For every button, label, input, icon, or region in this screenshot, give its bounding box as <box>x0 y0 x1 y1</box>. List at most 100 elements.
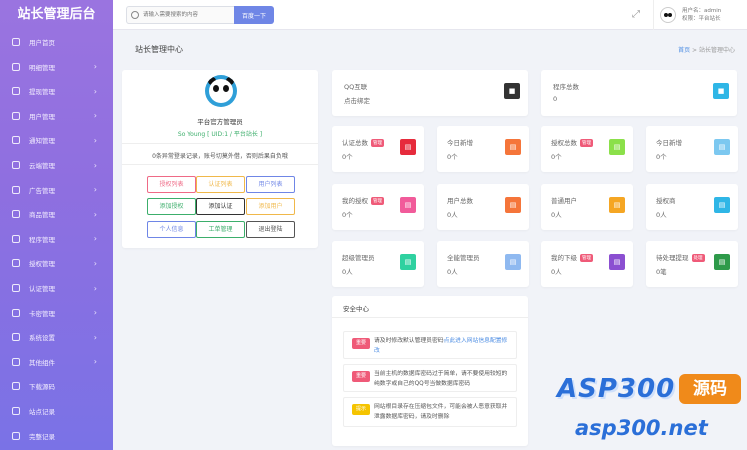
quick-action-button[interactable]: 认证列表 <box>196 176 245 193</box>
info-card[interactable]: 程序总数 0 ■ <box>541 70 737 116</box>
topbar: 百度一下 ⤢ 用户名：admin 权限：平台站长 <box>113 0 747 30</box>
quick-action-button[interactable]: 退出登陆 <box>246 221 295 238</box>
security-badge: 提示 <box>352 404 370 415</box>
sidebar-item[interactable]: 授权管理 › <box>0 251 113 275</box>
sidebar-item[interactable]: 下载源码 <box>0 374 113 398</box>
quick-action-button[interactable]: 添加授权 <box>147 198 196 215</box>
search-box <box>126 6 234 24</box>
stat-label: 用户总数 <box>447 195 473 205</box>
sidebar-item[interactable]: 商品管理 › <box>0 202 113 226</box>
search-button[interactable]: 百度一下 <box>234 6 274 24</box>
sidebar-item-label: 卡密管理 <box>29 309 55 318</box>
sidebar-item[interactable]: 系统设置 › <box>0 325 113 349</box>
sidebar-item-label: 授权管理 <box>29 260 55 269</box>
quick-action-button[interactable]: 授权列表 <box>147 176 196 193</box>
security-item: 重要 当前主机的数据库密码过于简单，请不要使用较短的纯数字或自己的QQ号当做数据库… <box>343 364 517 392</box>
sidebar-item[interactable]: 站点记录 <box>0 399 113 423</box>
wallet-icon <box>12 87 20 96</box>
info-card[interactable]: QQ互联 点击绑定 ■ <box>332 70 528 116</box>
stat-label-text: 今日新增 <box>656 139 682 147</box>
search-icon <box>131 11 139 19</box>
user-menu[interactable]: 用户名：admin 权限：平台站长 <box>653 0 747 30</box>
doc-icon: ▤ <box>714 139 730 155</box>
avatar <box>660 7 676 23</box>
profile-meta: So Young [ UID:1 / 平台站长 ] <box>177 131 263 138</box>
stat-card[interactable]: 认证总数 管理 0个 ▤ <box>332 126 424 172</box>
card-icon <box>12 308 20 317</box>
breadcrumb-home[interactable]: 首页 <box>678 47 690 54</box>
search-input[interactable] <box>143 9 231 21</box>
username-text: 用户名：admin <box>682 8 722 14</box>
sidebar-item-label: 云端管理 <box>29 162 55 170</box>
sidebar-item[interactable]: 提现管理 › <box>0 79 113 103</box>
stat-card[interactable]: 普通用户 0人 ▤ <box>541 184 633 230</box>
quick-action-button[interactable]: 用户列表 <box>246 176 295 193</box>
security-message: 网站根目录存在压缩包文件，可能会被人恶意获取并泄露数据库密码，请及时删除 <box>374 404 508 420</box>
quick-action-button[interactable]: 添加用户 <box>246 198 295 215</box>
stat-card[interactable]: 授权总数 管理 0个 ▤ <box>541 126 633 172</box>
sidebar-item[interactable]: 用户首页 <box>0 30 113 54</box>
manage-tag[interactable]: 管理 <box>371 139 384 147</box>
stat-label: 授权商 <box>656 195 676 205</box>
manage-tag[interactable]: 管理 <box>580 254 593 262</box>
security-message: 当前主机的数据库密码过于简单，请不要使用较短的纯数字或自己的QQ号当做数据库密码 <box>374 371 508 387</box>
sidebar-item[interactable]: 云端管理 › <box>0 153 113 177</box>
stat-card[interactable]: 待处理提现 处理 0笔 ▤ <box>646 241 738 287</box>
chevron-right-icon: › <box>93 332 97 342</box>
manage-tag[interactable]: 处理 <box>691 254 705 262</box>
watermark-url: asp300.net <box>575 416 708 440</box>
doc-icon: ▤ <box>609 139 625 155</box>
stat-card[interactable]: 今日新增 0个 ▤ <box>646 126 738 172</box>
stat-label: 今日新增 <box>447 137 473 147</box>
stat-value: 0个 <box>551 153 562 161</box>
sidebar-item[interactable]: 通知管理 › <box>0 128 113 152</box>
doc-icon: ▤ <box>400 197 416 213</box>
fullscreen-icon[interactable]: ⤢ <box>632 9 640 20</box>
qq-icon: ■ <box>504 83 520 99</box>
sidebar-item[interactable]: 其他组件 › <box>0 350 113 374</box>
stat-label-text: 今日新增 <box>447 139 473 147</box>
sidebar-item[interactable]: 用户管理 › <box>0 104 113 128</box>
sidebar-item[interactable]: 完整记录 <box>0 424 113 448</box>
sidebar-item-label: 通知管理 <box>29 137 55 146</box>
watermark-badge: 源码 <box>679 374 741 404</box>
sidebar-item-label: 广告管理 <box>29 186 55 195</box>
stat-card[interactable]: 全能管理员 0人 ▤ <box>437 241 529 287</box>
stat-card[interactable]: 我的授权 管理 0个 ▤ <box>332 184 424 230</box>
stat-label: 认证总数 管理 <box>342 137 384 147</box>
sidebar-item[interactable]: 明细管理 › <box>0 55 113 79</box>
stat-value: 0人 <box>447 211 458 219</box>
stat-card[interactable]: 授权商 0人 ▤ <box>646 184 738 230</box>
quick-action-button[interactable]: 个人信息 <box>147 221 196 238</box>
profile-card: 平台官方管理员 So Young [ UID:1 / 平台站长 ] 0条异常登录… <box>122 70 318 248</box>
doc-icon: ▤ <box>505 254 521 270</box>
manage-tag[interactable]: 管理 <box>371 197 384 205</box>
quick-action-button[interactable]: 添加认证 <box>196 198 245 215</box>
chevron-right-icon: › <box>93 209 97 219</box>
security-badge: 重要 <box>352 371 370 382</box>
quick-action-button[interactable]: 工单管理 <box>196 221 245 238</box>
sidebar-item-label: 完整记录 <box>29 432 55 441</box>
user-icon: ▤ <box>609 254 625 270</box>
profile-role: 平台官方管理员 <box>197 118 243 126</box>
record-icon <box>12 431 20 440</box>
breadcrumb-separator: > <box>692 47 698 54</box>
manage-tag[interactable]: 管理 <box>580 139 593 147</box>
stat-card[interactable]: 超级管理员 0人 ▤ <box>332 241 424 287</box>
security-text: 当前主机的数据库密码过于简单，请不要使用较短的纯数字或自己的QQ号当做数据库密码 <box>374 370 512 389</box>
security-message: 请及时修改默认管理员密码 <box>374 338 444 344</box>
sidebar-item[interactable]: 卡密管理 › <box>0 301 113 325</box>
stat-card[interactable]: 用户总数 0人 ▤ <box>437 184 529 230</box>
stat-card[interactable]: 今日新增 0个 ▤ <box>437 126 529 172</box>
watermark-text: ASP300 <box>557 374 676 404</box>
stat-label-text: 全能管理员 <box>447 254 480 262</box>
flag-icon <box>12 259 20 268</box>
stat-card[interactable]: 我的下级 管理 0人 ▤ <box>541 241 633 287</box>
sidebar-item[interactable]: 认证管理 › <box>0 276 113 300</box>
sidebar-item[interactable]: 广告管理 › <box>0 178 113 202</box>
sidebar-item[interactable]: 程序管理 › <box>0 227 113 251</box>
login-notice: 0条异常登录记录，账号切莫外借，否则后果自负哦 <box>152 153 288 160</box>
chevron-right-icon: › <box>93 185 97 195</box>
bell-icon <box>12 136 20 145</box>
stat-label-text: 我的下级 <box>551 254 577 262</box>
